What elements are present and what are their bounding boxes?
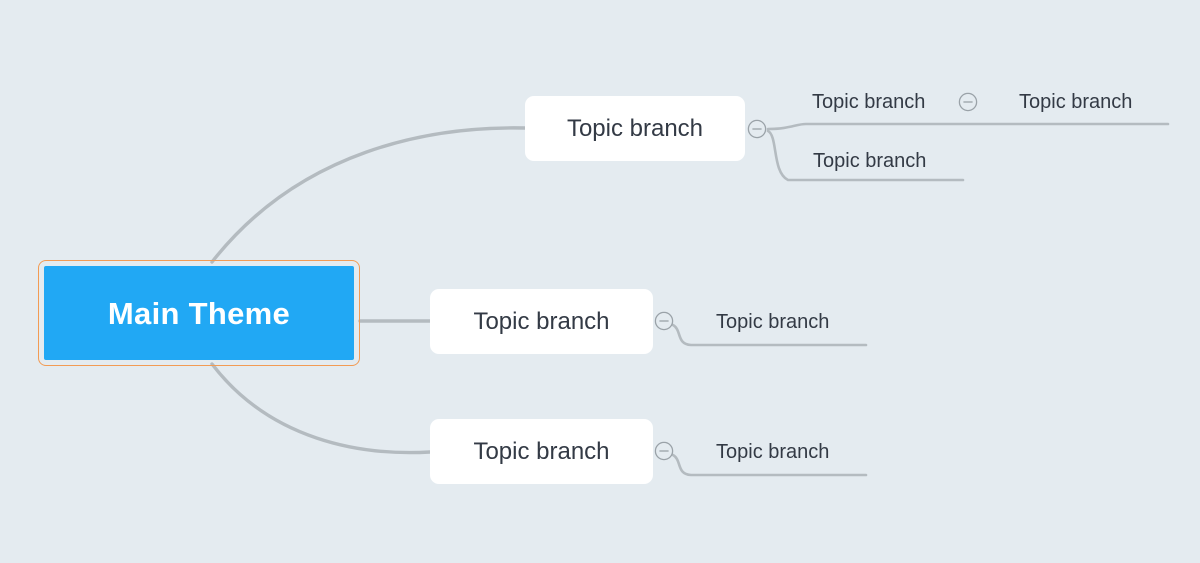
edge-root-to-branch-3 — [210, 362, 432, 455]
leaf-node-2a-label[interactable]: Topic branch — [716, 312, 829, 332]
branch-node-1-label: Topic branch — [566, 114, 704, 142]
leaf-node-1c-label[interactable]: Topic branch — [813, 151, 926, 171]
edge-branch-1-to-leaf-1a — [766, 122, 1170, 131]
branch-node-2-label: Topic branch — [473, 307, 610, 335]
collapse-minus-circle-icon[interactable] — [654, 311, 674, 331]
root-node-label: Main Theme — [107, 295, 291, 331]
collapse-minus-circle-icon[interactable] — [958, 92, 978, 112]
leaf-node-1b-label[interactable]: Topic branch — [1019, 92, 1132, 112]
edge-root-to-branch-1 — [210, 126, 527, 264]
root-node-fill: Main Theme — [44, 266, 354, 360]
branch-node-1[interactable]: Topic branch — [525, 96, 745, 161]
collapse-minus-circle-icon[interactable] — [654, 441, 674, 461]
collapse-minus-circle-icon[interactable] — [747, 119, 767, 139]
branch-node-3-label: Topic branch — [473, 437, 610, 465]
mindmap-canvas[interactable]: Main Theme Topic branch Topic branch Top… — [0, 0, 1200, 563]
leaf-node-3a-label[interactable]: Topic branch — [716, 442, 829, 462]
root-node[interactable]: Main Theme — [38, 260, 360, 366]
branch-node-3[interactable]: Topic branch — [430, 419, 653, 484]
leaf-node-1a-label[interactable]: Topic branch — [812, 92, 925, 112]
branch-node-2[interactable]: Topic branch — [430, 289, 653, 354]
